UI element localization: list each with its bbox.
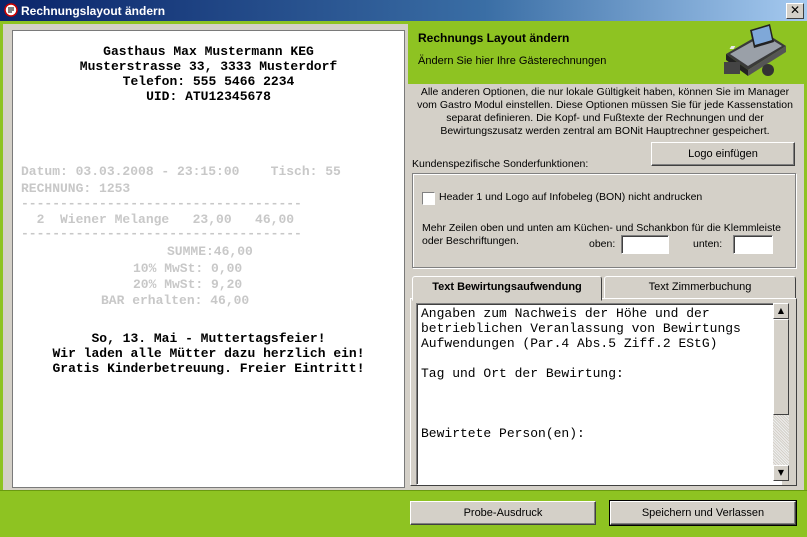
no-header-logo-label[interactable]: Header 1 und Logo auf Infobeleg (BON) ni… xyxy=(439,191,702,203)
section-subtitle: Ändern Sie hier Ihre Gästerechnungen xyxy=(418,55,607,67)
save-and-exit-button[interactable]: Speichern und Verlassen xyxy=(609,500,797,526)
scroll-up-icon[interactable]: ▲ xyxy=(773,303,789,319)
unten-label: unten: xyxy=(693,238,723,250)
receipt-footer-line: Gratis Kinderbetreuung. Freier Eintritt! xyxy=(52,361,365,376)
main-content: Gasthaus Max Mustermann KEG Musterstrass… xyxy=(3,24,804,490)
receipt-header-line: Musterstrasse 33, 3333 Musterdorf xyxy=(79,59,338,74)
logo-insert-button[interactable]: Logo einfügen xyxy=(651,142,795,166)
receipt-footer-line: Wir laden alle Mütter dazu herzlich ein! xyxy=(52,346,365,361)
receipt-header-line: UID: ATU12345678 xyxy=(146,89,271,104)
receipt-rechnung-line: RECHNUNG: 1253 xyxy=(21,181,131,196)
tab-zimmerbuchung[interactable]: Text Zimmerbuchung xyxy=(604,276,796,299)
dialog-window: Rechnungslayout ändern ✕ Gasthaus Max Mu… xyxy=(0,0,807,537)
text-tabs: Text Bewirtungsaufwendung Text Zimmerbuc… xyxy=(410,276,797,486)
receipt-item-line: 2 Wiener Melange 23,00 46,00 xyxy=(21,212,295,227)
probe-print-button[interactable]: Probe-Ausdruck xyxy=(410,501,596,525)
bewirtung-text-area[interactable]: Angaben zum Nachweis der Höhe und der be… xyxy=(416,303,782,485)
oben-label: oben: xyxy=(589,238,616,250)
window-title: Rechnungslayout ändern xyxy=(21,4,166,18)
receipt-footer-line: So, 13. Mai - Muttertagsfeier! xyxy=(91,331,326,346)
app-icon xyxy=(4,3,18,17)
receipt-separator: ------------------------------------ xyxy=(21,196,302,211)
scroll-thumb[interactable] xyxy=(773,319,789,415)
title-bar[interactable]: Rechnungslayout ändern ✕ xyxy=(0,0,807,21)
special-functions-group: Header 1 und Logo auf Infobeleg (BON) ni… xyxy=(412,173,796,268)
receipt-header-line: Telefon: 555 5466 2234 xyxy=(122,74,295,89)
tab-bewirtungsaufwendung[interactable]: Text Bewirtungsaufwendung xyxy=(412,276,602,301)
close-button[interactable]: ✕ xyxy=(786,3,804,19)
receipt-datum-line: Datum: 03.03.2008 - 23:15:00 Tisch: 55 xyxy=(21,164,341,179)
info-text: Alle anderen Optionen, die nur lokale Gü… xyxy=(417,86,793,137)
section-title: Rechnungs Layout ändern xyxy=(418,31,570,45)
pos-terminal-icon xyxy=(724,24,786,76)
special-functions-label: Kundenspezifische Sonderfunktionen: xyxy=(412,158,589,170)
receipt-header-line: Gasthaus Max Mustermann KEG xyxy=(103,44,314,59)
unten-input[interactable] xyxy=(733,235,773,254)
divider xyxy=(0,490,807,491)
tab-panel: Angaben zum Nachweis der Höhe und der be… xyxy=(410,298,797,486)
receipt-separator: ------------------------------------ xyxy=(21,226,302,241)
no-header-logo-checkbox[interactable] xyxy=(422,192,435,205)
oben-input[interactable] xyxy=(621,235,669,254)
section-header: Rechnungs Layout ändern Ändern Sie hier … xyxy=(408,24,804,84)
text-scrollbar[interactable]: ▲ ▼ xyxy=(773,303,789,481)
receipt-preview: Gasthaus Max Mustermann KEG Musterstrass… xyxy=(12,30,405,488)
scroll-down-icon[interactable]: ▼ xyxy=(773,465,789,481)
